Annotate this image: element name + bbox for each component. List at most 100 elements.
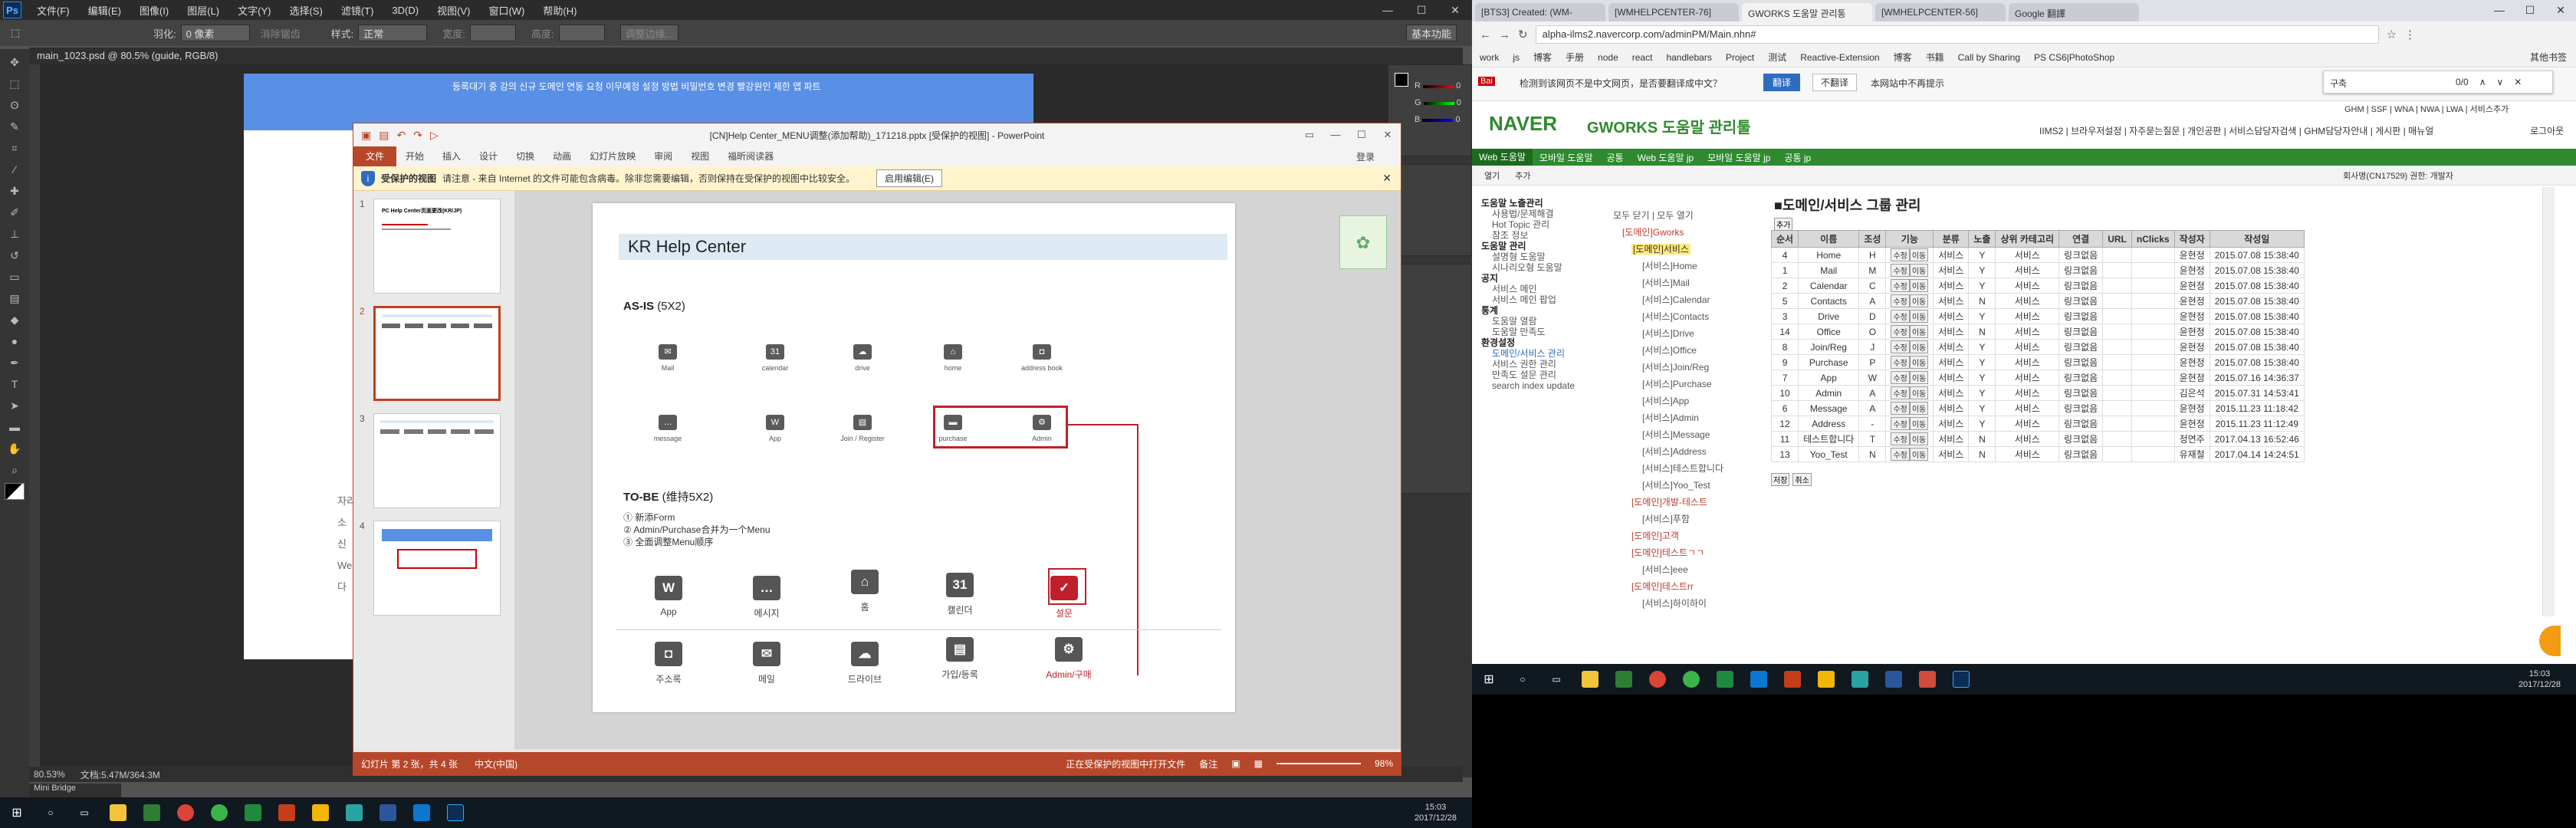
nav-item[interactable]: Hot Topic 관리 <box>1481 219 1602 230</box>
app-icon[interactable] <box>1708 664 1742 695</box>
powerpoint-icon[interactable] <box>270 797 304 828</box>
powerpoint-icon[interactable] <box>1776 664 1809 695</box>
move-button[interactable]: 이동 <box>1909 310 1929 323</box>
tree-node[interactable]: [서비스]Address <box>1642 443 1771 460</box>
nav-item[interactable]: 시나리오형 도움말 <box>1481 262 1602 273</box>
tab-insert[interactable]: 插入 <box>433 146 470 166</box>
style-select[interactable]: 正常 <box>358 25 428 41</box>
hand-icon[interactable]: ✋ <box>5 440 25 457</box>
dodge-icon[interactable]: ● <box>5 333 25 350</box>
quick-select-icon[interactable]: ✎ <box>5 118 25 135</box>
edit-button[interactable]: 수정 <box>1891 248 1910 261</box>
nav-item[interactable]: 사용법/문제해결 <box>1481 209 1602 219</box>
ps-menu-select[interactable]: 选择(S) <box>280 3 331 18</box>
tab-view[interactable]: 视图 <box>682 146 718 166</box>
move-button[interactable]: 이동 <box>1909 356 1929 369</box>
tab-home[interactable]: 开始 <box>396 146 433 166</box>
tree-node[interactable]: [서비스]테스트합니다 <box>1642 460 1771 477</box>
nav-item[interactable]: 도움말 만족도 <box>1481 327 1602 337</box>
marquee-tool-icon[interactable]: ⬚ <box>0 27 31 39</box>
move-tool-icon[interactable]: ✥ <box>5 54 25 71</box>
ps-menu-edit[interactable]: 编辑(E) <box>79 3 130 18</box>
menu-common[interactable]: 공통 <box>1600 151 1631 164</box>
slide-canvas[interactable]: KR Help Center AS-IS (5X2) ✉ Mail 31 calen… <box>593 203 1235 712</box>
bookmark[interactable]: 博客 <box>1533 51 1552 64</box>
nav-item-active[interactable]: 도메인/서비스 관리 <box>1481 348 1602 359</box>
minimize-icon[interactable]: — <box>1371 4 1405 17</box>
ps-document-tab[interactable]: main_1023.psd @ 80.5% (guide, RGB/8) <box>29 48 1463 64</box>
edit-button[interactable]: 수정 <box>1891 448 1910 461</box>
find-input[interactable]: 구축 <box>2330 77 2445 89</box>
edit-button[interactable]: 수정 <box>1891 264 1910 277</box>
minimize-icon[interactable]: — <box>2484 4 2515 17</box>
move-button[interactable]: 이동 <box>1909 448 1929 461</box>
table-row[interactable]: 4 Home H 수정 이동 서비스 Y 서비스 링크없음 윤현정 2015.07.08 15:38… <box>1770 247 2305 263</box>
side-widget-icon[interactable] <box>2539 626 2561 656</box>
translate-button[interactable]: 翻译 <box>1763 74 1801 91</box>
lasso-icon[interactable]: ʘ <box>5 97 25 113</box>
antialias-checkbox[interactable]: 消除锯齿 <box>261 26 301 41</box>
close-icon[interactable]: ✕ <box>1438 4 1472 17</box>
close-icon[interactable]: ✕ <box>2545 4 2576 17</box>
move-button[interactable]: 이동 <box>1909 264 1929 277</box>
word-icon[interactable] <box>1877 664 1911 695</box>
history-brush-icon[interactable]: ↺ <box>5 247 25 264</box>
ps-menu-image[interactable]: 图像(I) <box>130 3 178 18</box>
chevron-down-icon[interactable]: ∨ <box>2496 77 2503 87</box>
edit-button[interactable]: 수정 <box>1891 402 1910 415</box>
wechat-icon[interactable] <box>202 797 236 828</box>
refine-edge-button[interactable]: 调整边缘... <box>619 25 679 41</box>
type-icon[interactable]: T <box>5 376 25 393</box>
mini-bridge-tab[interactable]: Mini Bridge <box>29 784 121 797</box>
ps-menu-layer[interactable]: 图层(L) <box>178 3 228 18</box>
ps-menu-filter[interactable]: 滤镜(T) <box>332 3 383 18</box>
height-input[interactable] <box>558 25 605 41</box>
address-bar[interactable]: alpha-ilms2.navercorp.com/adminPM/Main.n… <box>1535 25 2379 44</box>
edit-button[interactable]: 수정 <box>1891 371 1910 384</box>
tab-file[interactable]: 文件 <box>353 146 397 166</box>
table-row[interactable]: 13 Yoo_Test N 수정 이동 서비스 N 서비스 링크없음 유재철 2017.04.14 … <box>1770 446 2305 462</box>
nav-item[interactable]: 참조 정보 <box>1481 230 1602 241</box>
tab-transitions[interactable]: 切换 <box>507 146 544 166</box>
stamp-icon[interactable]: ⊥ <box>5 225 25 242</box>
nav-section[interactable]: 공지 <box>1481 273 1602 284</box>
tree-node[interactable]: [서비스]Yoo_Test <box>1642 477 1771 494</box>
service-links[interactable]: GHM | SSF | WNA | NWA | LWA | 서비스추가 <box>2344 103 2509 115</box>
color-swatch-icon[interactable] <box>5 483 25 500</box>
marquee-icon[interactable]: ⬚ <box>5 75 25 92</box>
tree-node[interactable]: [서비스]푸함 <box>1602 511 1771 527</box>
close-bar-icon[interactable]: ✕ <box>1382 172 1401 185</box>
top-links[interactable]: IIMS2 | 브라우저설정 | 자주묻는질문 | 개인공판 | 서비스담당자검… <box>2039 124 2433 137</box>
never-translate-link[interactable]: 本网站中不再提示 <box>1871 77 1944 90</box>
healing-icon[interactable]: ✚ <box>5 182 25 199</box>
tab-animations[interactable]: 动画 <box>544 146 580 166</box>
zoom-level[interactable]: 80.53% <box>34 769 65 780</box>
close-icon[interactable]: ✕ <box>2514 77 2522 87</box>
back-icon[interactable]: ← <box>1480 28 1491 41</box>
move-button[interactable]: 이동 <box>1909 248 1929 261</box>
app-icon[interactable] <box>1843 664 1877 695</box>
table-row[interactable]: 8 Join/Reg J 수정 이동 서비스 Y 서비스 링크없음 윤현정 2015.07.08 1… <box>1770 339 2305 355</box>
app-icon[interactable] <box>135 797 169 828</box>
tree-node-selected[interactable]: [도메인]서비스 <box>1631 244 1691 255</box>
task-view-icon[interactable]: ▭ <box>67 797 101 828</box>
pen-icon[interactable]: ✒ <box>5 354 25 371</box>
move-button[interactable]: 이동 <box>1909 340 1929 353</box>
wechat-icon[interactable] <box>1674 664 1708 695</box>
table-row[interactable]: 6 Message A 수정 이동 서비스 Y 서비스 링크없음 윤현정 2015.11.23 11… <box>1770 400 2305 416</box>
slide-thumb-4[interactable] <box>373 521 501 616</box>
bookmark[interactable]: node <box>1598 52 1618 63</box>
nav-item[interactable]: 서비스 메인 <box>1481 284 1602 294</box>
nav-section[interactable]: 도움말 관리 <box>1481 241 1602 251</box>
menu-mobile-help[interactable]: 모바일 도움말 <box>1533 151 1600 164</box>
chrome-tab[interactable]: [BTS3] Created: (WM- <box>1475 3 1605 21</box>
edit-button[interactable]: 수정 <box>1891 279 1910 292</box>
table-row[interactable]: 14 Office O 수정 이동 서비스 N 서비스 링크없음 윤현정 2015.07.08 15… <box>1770 324 2305 340</box>
menu-icon[interactable]: ⋮ <box>2404 28 2416 41</box>
tree-node[interactable]: [서비스]Purchase <box>1642 376 1771 393</box>
edit-button[interactable]: 수정 <box>1891 325 1910 338</box>
zoom-slider[interactable] <box>1276 763 1361 764</box>
path-select-icon[interactable]: ➤ <box>5 397 25 414</box>
move-button[interactable]: 이동 <box>1909 294 1929 307</box>
workspace-select[interactable]: 基本功能 <box>1405 25 1457 41</box>
